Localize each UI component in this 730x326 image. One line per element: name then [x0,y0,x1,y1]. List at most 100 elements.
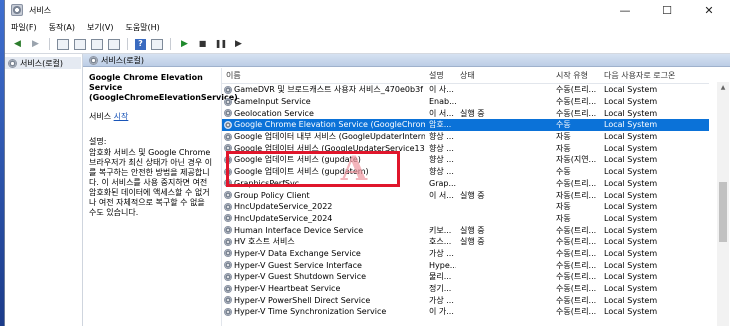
description-cell: 이 서... [429,108,454,118]
table-row[interactable]: HncUpdateService_2024 자동 Local System [222,213,709,225]
menu-action[interactable]: 동작(A) [49,22,75,33]
service-name-text: HncUpdateService_2022 [234,202,333,212]
properties-icon[interactable] [74,38,86,50]
log-on-as-cell: Local System [604,260,658,270]
table-row[interactable]: Human Interface Device Service 키보... 실행 중 수… [222,224,709,236]
table-row[interactable]: Hyper-V Data Exchange Service 가상 ... 수동(트리… [222,248,709,260]
column-header-status[interactable]: 상태 [456,70,552,81]
gear-icon [89,55,98,65]
show-hide-console-tree-icon[interactable] [57,38,69,50]
column-header-log-on-as[interactable]: 다음 사용자로 로그온 [600,70,710,81]
table-row[interactable]: HncUpdateService_2022 자동 Local System [222,201,709,213]
table-row[interactable]: GameInput Service Enab... 수동(트리... Local Sy… [222,96,709,108]
service-gear-icon [224,85,232,94]
service-gear-icon [224,191,232,200]
startup-type-cell: 수동 [556,120,571,130]
help-icon[interactable]: ? [135,38,146,50]
description-cell: 이 가... [429,307,454,317]
table-row[interactable]: Hyper-V Guest Service Interface Hype... 수동… [222,259,709,271]
table-row[interactable]: Group Policy Client 이 서... 실행 중 자동(트리... Loc… [222,189,709,201]
table-row[interactable]: Google Chrome Elevation Service (GoogleC… [222,119,709,131]
table-row[interactable]: GameDVR 및 브로드캐스트 사용자 서비스_470e0b3f 이 사... 수… [222,84,709,96]
table-row[interactable]: HV 호스트 서비스 호스... 실행 중 수동(트리... Local System [222,236,709,248]
refresh-icon[interactable] [91,38,103,50]
startup-type-cell: 자동 [556,213,571,223]
description-cell: 호스... [429,237,452,247]
service-name-cell: Hyper-V PowerShell Direct Service [222,296,425,305]
minimize-icon[interactable]: — [604,0,646,20]
column-header-description[interactable]: 설명 [425,70,456,81]
description-cell: 키보... [429,225,452,235]
description-cell: 이 사... [429,85,454,95]
startup-type-cell: 수동(트리... [556,272,597,282]
status-cell: 실행 중 [460,190,485,200]
log-on-as-cell: Local System [604,190,658,200]
table-row[interactable]: Hyper-V Heartbeat Service 정기... 수동(트리... Lo… [222,283,709,295]
start-service-link[interactable]: 시작 [114,112,129,121]
content-header-label: 서비스(로컬) [101,55,145,65]
scroll-up-icon[interactable]: ▲ [717,82,729,92]
service-name-cell: HncUpdateService_2024 [222,214,425,223]
main-area: 서비스(로컬) 서비스(로컬) Google Chrome Elevation … [5,54,730,326]
service-gear-icon [224,214,232,223]
service-name-cell: Google 업데이터 내부 서비스 (GoogleUpdaterInterna… [222,131,425,142]
service-name-text: Hyper-V PowerShell Direct Service [234,295,371,305]
menu-view[interactable]: 보기(V) [87,22,113,33]
startup-type-cell: 자동 [556,202,571,212]
startup-type-cell: 자동 [556,132,571,142]
maximize-icon[interactable]: ☐ [646,0,688,20]
log-on-as-cell: Local System [604,284,658,294]
stop-service-icon[interactable]: ■ [196,38,209,51]
service-name-text: Google Chrome Elevation Service (GoogleC… [234,120,425,130]
description-cell: Hype... [429,260,456,270]
log-on-as-cell: Local System [604,295,658,305]
close-icon[interactable]: ✕ [688,0,730,20]
start-service-icon[interactable]: ▶ [178,38,191,51]
service-name-text: GameInput Service [234,97,311,107]
column-header-name[interactable]: 이름 [222,70,425,81]
service-gear-icon [224,249,232,258]
startup-type-cell: 수동(트리... [556,237,597,247]
service-gear-icon [224,296,232,305]
service-gear-icon [224,109,232,118]
menu-file[interactable]: 파일(F) [11,22,37,33]
table-row[interactable]: Hyper-V Guest Shutdown Service 물리... 수동(트리… [222,271,709,283]
status-cell: 실행 중 [460,225,485,235]
description-cell: 암호... [429,120,452,130]
back-arrow-icon[interactable]: ◀ [11,38,24,51]
gear-icon [8,58,17,68]
table-row[interactable]: Hyper-V Time Synchronization Service 이 가.… [222,306,709,318]
service-gear-icon [224,272,232,281]
description-cell: 이 서... [429,190,454,200]
service-gear-icon [224,226,232,235]
table-row[interactable]: Hyper-V PowerShell Direct Service 가상 ... 수… [222,294,709,306]
service-gear-icon [224,237,232,246]
start-prefix: 서비스 [89,112,114,121]
service-name-text: HncUpdateService_2024 [234,213,333,223]
service-name-text: Hyper-V Guest Service Interface [234,260,362,270]
tree-item-services-local[interactable]: 서비스(로컬) [5,57,81,69]
menu-bar: 파일(F) 동작(A) 보기(V) 도움말(H) [5,20,730,35]
service-name-text: Hyper-V Heartbeat Service [234,284,341,294]
tree-item-label: 서비스(로컬) [20,58,64,68]
vertical-scrollbar[interactable]: ▲ [717,82,729,326]
log-on-as-cell: Local System [604,167,658,177]
menu-help[interactable]: 도움말(H) [125,22,159,33]
service-gear-icon [224,120,232,129]
scroll-thumb[interactable] [719,182,727,242]
table-row[interactable]: Google 업데이터 내부 서비스 (GoogleUpdaterInterna… [222,131,709,143]
service-name-cell: Geolocation Service [222,109,425,118]
description-cell: 향상 ... [429,132,454,142]
export-list-icon[interactable] [108,38,120,50]
action-pane-icon[interactable] [151,38,163,50]
table-row[interactable]: Geolocation Service 이 서... 실행 중 수동(트리... Loc… [222,107,709,119]
pause-service-icon[interactable]: ❚❚ [214,38,227,51]
log-on-as-cell: Local System [604,178,658,188]
log-on-as-cell: Local System [604,143,658,153]
service-name-cell: GameDVR 및 브로드캐스트 사용자 서비스_470e0b3f [222,84,425,95]
restart-service-icon[interactable]: ▶ [232,38,245,51]
startup-type-cell: 수동(트리... [556,248,597,258]
column-header-startup-type[interactable]: 시작 유형 [552,70,600,81]
forward-arrow-icon[interactable]: ▶ [29,38,42,51]
services-list: 이름 설명 상태 시작 유형 다음 사용자로 로그온 GameDVR 및 브로드… [221,68,709,326]
